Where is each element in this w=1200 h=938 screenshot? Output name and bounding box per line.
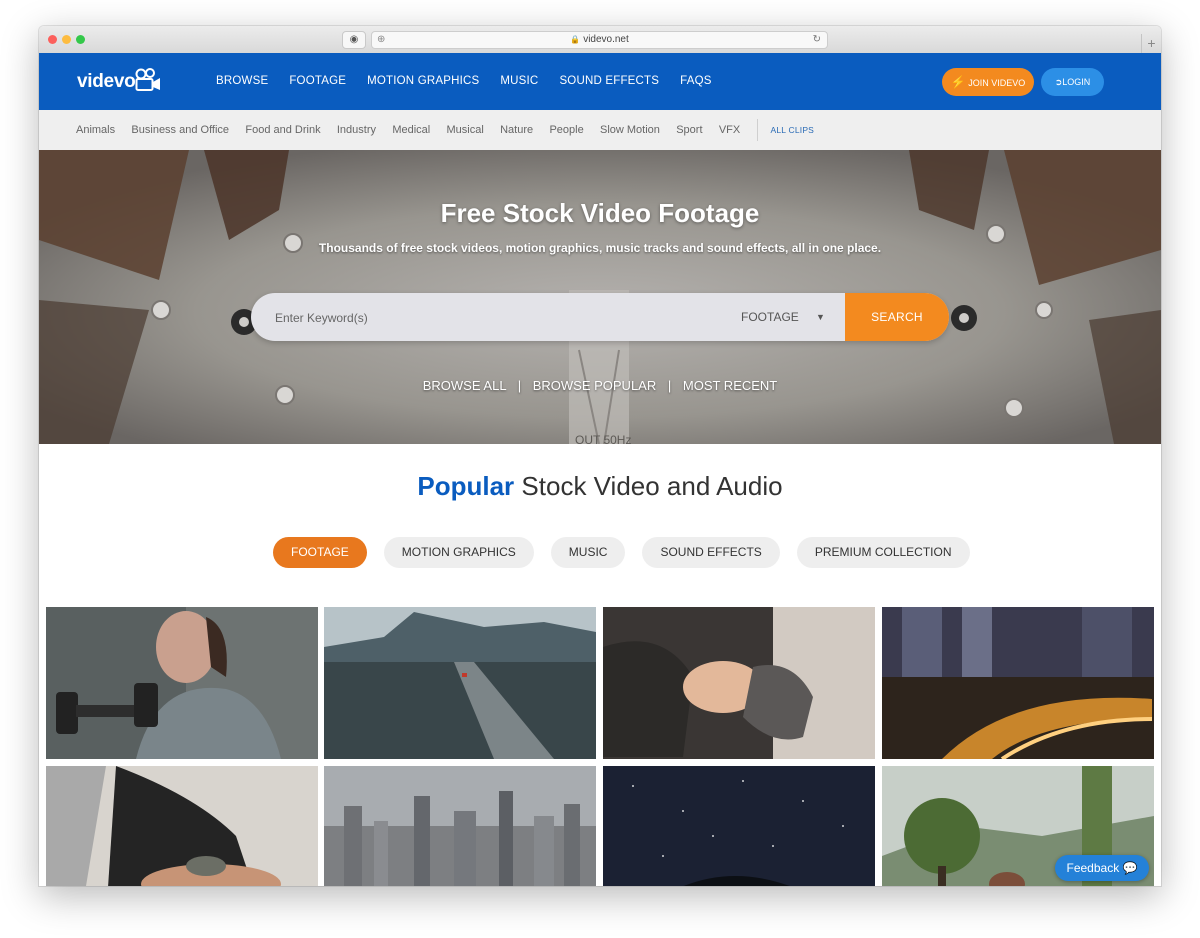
tab-footage[interactable]: FOOTAGE: [273, 537, 367, 568]
popular-heading-rest: Stock Video and Audio: [521, 471, 783, 501]
nav-motion-graphics[interactable]: MOTION GRAPHICS: [367, 53, 479, 110]
camera-icon: [135, 68, 160, 91]
feedback-button[interactable]: Feedback 💬: [1055, 855, 1149, 881]
new-tab-icon[interactable]: +: [1141, 34, 1161, 53]
join-button[interactable]: ⚡ JOIN VIDEVO: [942, 68, 1034, 96]
category-nature[interactable]: Nature: [500, 124, 533, 136]
hero-banner: OUT 50Hz Free Stock Video Footage Thousa…: [39, 150, 1161, 444]
category-business-and-office[interactable]: Business and Office: [131, 124, 229, 136]
category-industry[interactable]: Industry: [337, 124, 376, 136]
hero-links: BROWSE ALL | BROWSE POPULAR | MOST RECEN…: [39, 378, 1161, 393]
category-slow-motion[interactable]: Slow Motion: [600, 124, 660, 136]
site-header: videvo BROWSE FOOTAGE MOTION GRAPHICS MU…: [39, 53, 1161, 110]
video-thumbnail-city-night-traffic[interactable]: [882, 607, 1154, 759]
popular-heading-accent: Popular: [417, 471, 515, 501]
hero-title: Free Stock Video Footage: [440, 198, 760, 228]
category-food-and-drink[interactable]: Food and Drink: [245, 124, 320, 136]
nav-music[interactable]: MUSIC: [500, 53, 538, 110]
link-separator: |: [517, 378, 522, 393]
tab-music[interactable]: MUSIC: [550, 537, 626, 568]
search-bar: FOOTAGE ▼ SEARCH: [251, 293, 949, 341]
category-list: Animals Business and Office Food and Dri…: [76, 110, 814, 150]
chat-bubble-icon: 💬: [1122, 861, 1138, 875]
video-thumbnail-city-skyline[interactable]: [324, 766, 596, 886]
video-thumbnail-baby-turtle[interactable]: [46, 766, 318, 886]
video-thumbnail-mountain-road[interactable]: [324, 607, 596, 759]
main-nav: BROWSE FOOTAGE MOTION GRAPHICS MUSIC SOU…: [216, 53, 733, 110]
address-bar[interactable]: ⊕ 🔒 videvo.net ↻: [371, 31, 828, 49]
category-divider: [756, 119, 758, 141]
reload-icon[interactable]: ↻: [813, 32, 821, 48]
browse-popular-link[interactable]: BROWSE POPULAR: [533, 378, 657, 393]
category-medical[interactable]: Medical: [392, 124, 430, 136]
login-label: LOGIN: [1062, 77, 1091, 87]
tab-premium-collection[interactable]: PREMIUM COLLECTION: [796, 537, 970, 568]
login-button[interactable]: ➲LOGIN: [1041, 68, 1104, 96]
nav-sound-effects[interactable]: SOUND EFFECTS: [559, 53, 659, 110]
site-logo[interactable]: videvo: [77, 71, 136, 93]
chevron-down-icon[interactable]: ▼: [816, 293, 825, 341]
reel-text: OUT 50Hz: [575, 433, 631, 444]
minimize-window-button[interactable]: [62, 35, 71, 44]
hero-subtitle: Thousands of free stock videos, motion g…: [318, 241, 882, 255]
close-window-button[interactable]: [48, 35, 57, 44]
browse-all-link[interactable]: BROWSE ALL: [423, 378, 506, 393]
category-bar: Animals Business and Office Food and Dri…: [39, 110, 1161, 151]
feedback-label: Feedback: [1066, 861, 1120, 875]
category-musical[interactable]: Musical: [447, 124, 484, 136]
nav-browse[interactable]: BROWSE: [216, 53, 268, 110]
join-label: JOIN VIDEVO: [968, 78, 1026, 88]
search-button[interactable]: SEARCH: [845, 293, 949, 341]
most-recent-link[interactable]: MOST RECENT: [683, 378, 777, 393]
video-thumbnail-night-sky-tree[interactable]: [603, 766, 875, 886]
nav-footage[interactable]: FOOTAGE: [289, 53, 346, 110]
popular-heading: Popular Stock Video and Audio: [39, 471, 1161, 502]
browser-toolbar: ◉ ⊕ 🔒 videvo.net ↻ +: [39, 26, 1161, 54]
link-separator: |: [667, 378, 672, 393]
browser-window: ◉ ⊕ 🔒 videvo.net ↻ + videvo BROWSE FOOTAG…: [39, 26, 1161, 886]
popular-tabs: FOOTAGE MOTION GRAPHICS MUSIC SOUND EFFE…: [273, 537, 987, 568]
url-text: videvo.net: [583, 34, 629, 45]
lock-icon: 🔒: [570, 35, 581, 44]
privacy-extension-icon[interactable]: ◉: [342, 31, 366, 49]
add-bookmark-icon[interactable]: ⊕: [377, 32, 385, 48]
video-thumbnail-dumbbell-workout[interactable]: [46, 607, 318, 759]
zoom-window-button[interactable]: [76, 35, 85, 44]
all-clips-link[interactable]: ALL CLIPS: [771, 125, 815, 135]
video-thumbnail-baby-hand[interactable]: [603, 607, 875, 759]
category-sport[interactable]: Sport: [676, 124, 702, 136]
nav-faqs[interactable]: FAQS: [680, 53, 711, 110]
search-type-select[interactable]: FOOTAGE: [741, 293, 799, 341]
category-animals[interactable]: Animals: [76, 124, 115, 136]
tab-sound-effects[interactable]: SOUND EFFECTS: [642, 537, 780, 568]
search-input[interactable]: [251, 293, 737, 341]
category-vfx[interactable]: VFX: [719, 124, 740, 136]
lightning-icon: ⚡: [950, 75, 966, 89]
category-people[interactable]: People: [549, 124, 583, 136]
tab-motion-graphics[interactable]: MOTION GRAPHICS: [383, 537, 534, 568]
